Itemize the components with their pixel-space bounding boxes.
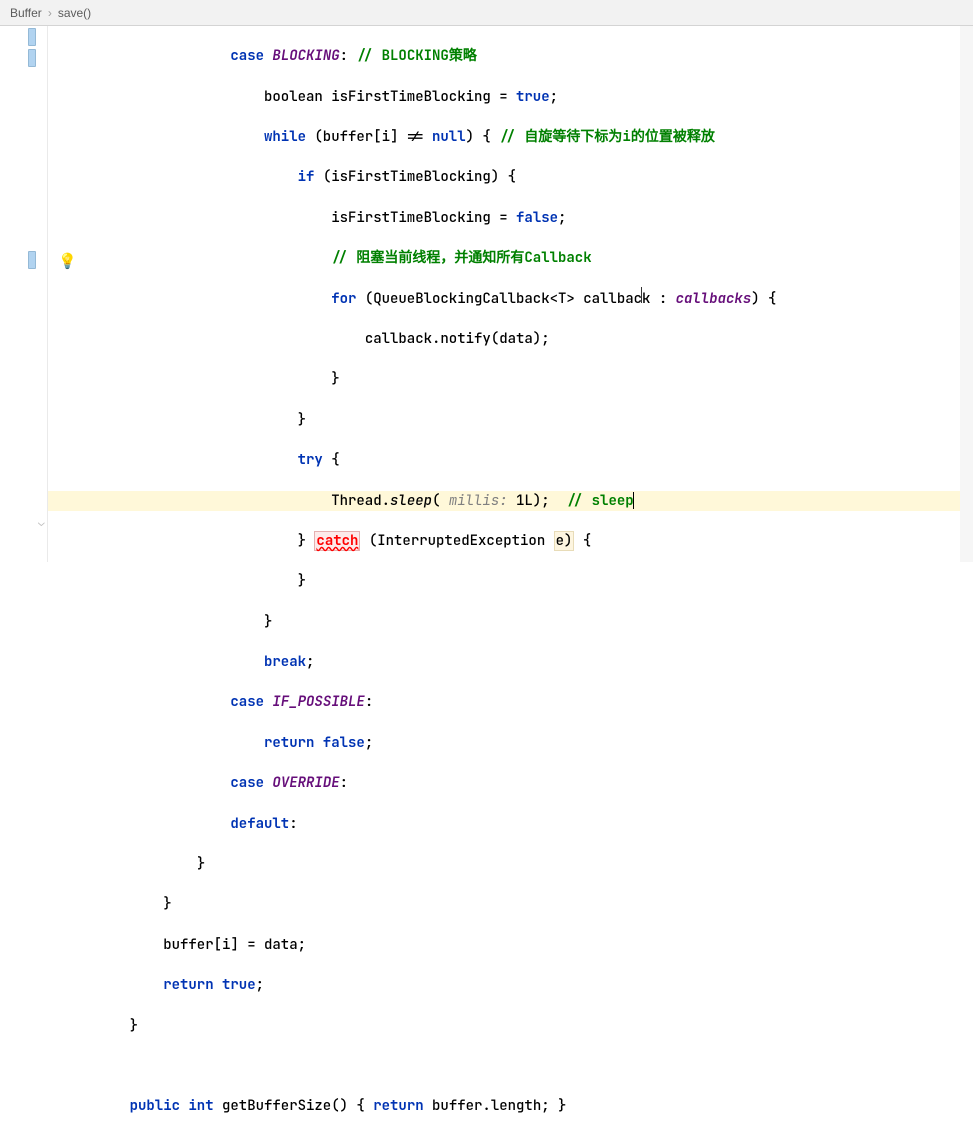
code-line[interactable]: } [48, 571, 973, 591]
code-line[interactable]: for (QueueBlockingCallback<T> callback :… [48, 289, 973, 309]
gutter-marker-icon[interactable] [28, 251, 36, 269]
fold-handle-icon[interactable]: ⌄ [38, 516, 48, 526]
code-line[interactable]: return true; [48, 975, 973, 995]
code-line[interactable]: } catch (InterruptedException e) { [48, 531, 973, 551]
text-cursor [633, 492, 634, 509]
code-line[interactable]: callback.notify(data); [48, 329, 973, 349]
code-line[interactable]: case OVERRIDE: [48, 773, 973, 793]
breadcrumb-item-2[interactable]: save() [58, 6, 91, 20]
code-line[interactable]: isFirstTimeBlocking = false; [48, 208, 973, 228]
code-line[interactable]: if (isFirstTimeBlocking) { [48, 167, 973, 187]
code-line[interactable] [48, 1056, 973, 1076]
code-line[interactable]: buffer[i] = data; [48, 935, 973, 955]
code-line[interactable]: while (buffer[i] != null) { // 自旋等待下标为i的… [48, 127, 973, 147]
code-line[interactable]: case BLOCKING: // BLOCKING策略 [48, 46, 973, 66]
editor[interactable]: ⌄ 💡 case BLOCKING: // BLOCKING策略 boolean… [0, 26, 973, 562]
code-line[interactable]: } [48, 1016, 973, 1036]
code-area[interactable]: case BLOCKING: // BLOCKING策略 boolean isF… [48, 26, 973, 562]
gutter-marker-icon[interactable] [28, 49, 36, 67]
code-line[interactable]: } [48, 894, 973, 914]
breadcrumb-separator: › [48, 6, 52, 20]
gutter-marker-icon[interactable] [28, 28, 36, 46]
code-line[interactable]: } [48, 410, 973, 430]
code-line[interactable]: boolean isFirstTimeBlocking = true; [48, 87, 973, 107]
code-line[interactable]: try { [48, 450, 973, 470]
code-line[interactable]: // 阻塞当前线程，并通知所有Callback [48, 248, 973, 268]
code-line-highlighted[interactable]: Thread.sleep( millis: 1L); // sleep [48, 491, 973, 511]
code-line[interactable]: return false; [48, 733, 973, 753]
code-line[interactable]: break; [48, 652, 973, 672]
secondary-caret [641, 287, 642, 303]
scrollbar[interactable] [960, 26, 973, 562]
breadcrumb[interactable]: Buffer › save() [0, 0, 973, 26]
breadcrumb-item-1[interactable]: Buffer [10, 6, 42, 20]
code-line[interactable]: } [48, 854, 973, 874]
code-line[interactable]: } [48, 369, 973, 389]
code-line[interactable]: public int getBufferSize() { return buff… [48, 1096, 973, 1116]
gutter[interactable]: ⌄ [0, 26, 48, 562]
code-line[interactable]: case IF_POSSIBLE: [48, 692, 973, 712]
code-line[interactable]: } [48, 612, 973, 632]
code-line[interactable]: default: [48, 814, 973, 834]
